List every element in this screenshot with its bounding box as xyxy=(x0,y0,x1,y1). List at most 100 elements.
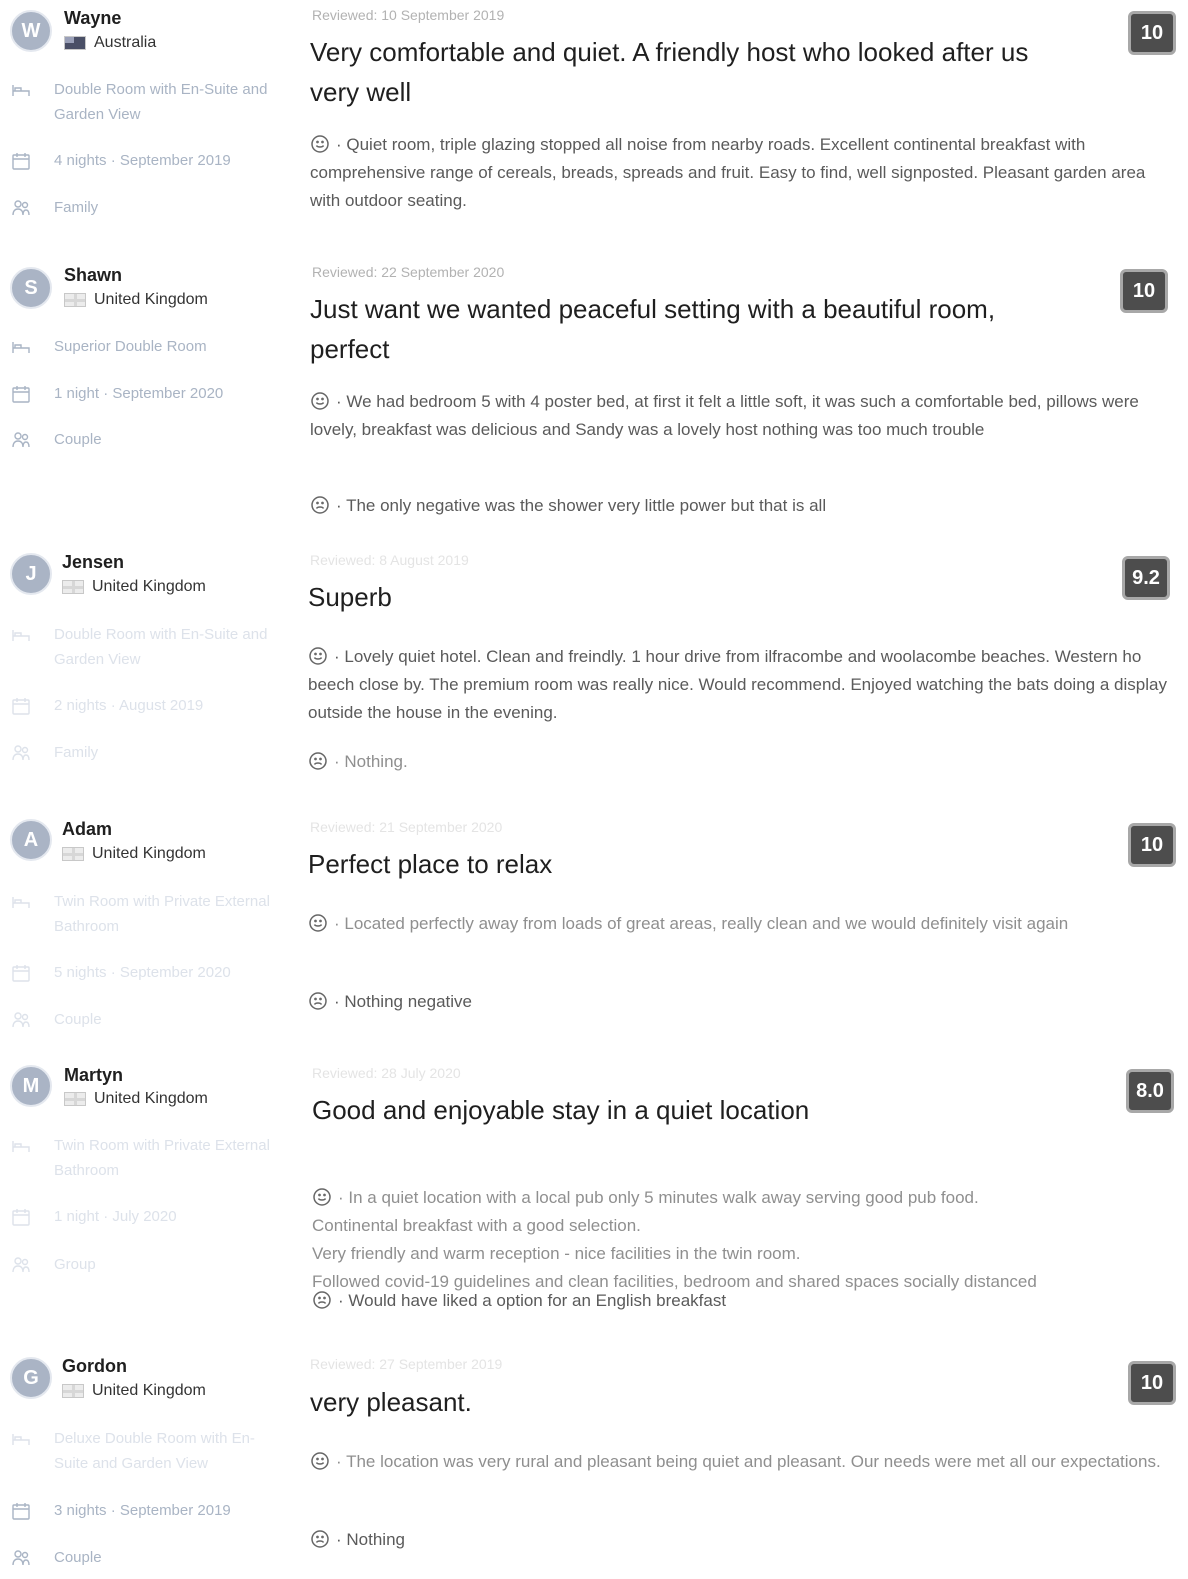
calendar-icon xyxy=(10,695,32,717)
review-date: Reviewed: 10 September 2019 xyxy=(312,7,505,23)
traveller-type: Couple xyxy=(10,1545,280,1570)
positive-comment: · The location was very rural and pleasa… xyxy=(310,1448,1170,1476)
negative-comment: · Would have liked a option for an Engli… xyxy=(312,1287,1172,1315)
reviewer-name: Shawn xyxy=(64,265,123,285)
reviewer-country: United Kingdom xyxy=(62,578,206,596)
positive-comment: · Lovely quiet hotel. Clean and freindly… xyxy=(308,646,1167,722)
stay-duration: 4 nights · September 2019 xyxy=(10,148,280,173)
reviewer-country: United Kingdom xyxy=(64,1090,208,1108)
score-badge: 10 xyxy=(1128,823,1176,867)
reviewer-name: Gordon xyxy=(62,1356,127,1376)
stay-duration: 1 night · July 2020 xyxy=(10,1204,280,1229)
calendar-icon xyxy=(10,150,32,172)
review-title: Superb xyxy=(308,582,392,612)
frown-icon xyxy=(310,1529,330,1549)
bed-icon xyxy=(10,624,32,646)
australia-flag-icon xyxy=(64,36,86,50)
bed-icon xyxy=(10,79,32,101)
people-icon xyxy=(10,1009,32,1031)
frown-icon xyxy=(310,495,330,515)
room-type: Twin Room with Private External Bathroom xyxy=(10,1133,280,1183)
traveller-type: Family xyxy=(10,740,280,765)
people-icon xyxy=(10,1547,32,1569)
review-date: Reviewed: 27 September 2019 xyxy=(310,1356,503,1372)
positive-comment: · Located perfectly away from loads of g… xyxy=(308,910,1168,938)
avatar: A xyxy=(10,819,52,861)
frown-icon xyxy=(308,991,328,1011)
reviewer-name: Jensen xyxy=(62,552,125,572)
traveller-type: Family xyxy=(10,195,280,220)
reviewer-name: Wayne xyxy=(64,8,122,28)
calendar-icon xyxy=(10,1206,32,1228)
smile-icon xyxy=(308,646,328,666)
uk-flag-icon xyxy=(62,580,84,594)
review-title: very pleasant. xyxy=(310,1387,472,1417)
reviewer-name: Adam xyxy=(62,819,113,839)
positive-comment: · Quiet room, triple glazing stopped all… xyxy=(310,134,1146,210)
uk-flag-icon xyxy=(64,1092,86,1106)
traveller-type: Group xyxy=(10,1252,280,1277)
people-icon xyxy=(10,1254,32,1276)
stay-duration: 2 nights · August 2019 xyxy=(10,693,280,718)
score-badge: 10 xyxy=(1120,269,1168,313)
stay-duration: 5 nights · September 2020 xyxy=(10,960,280,985)
review-date: Reviewed: 21 September 2020 xyxy=(310,819,503,835)
smile-icon xyxy=(308,913,328,933)
avatar: M xyxy=(10,1065,52,1107)
score-badge: 9.2 xyxy=(1122,556,1170,600)
score-badge: 8.0 xyxy=(1126,1069,1174,1113)
reviewer-country: United Kingdom xyxy=(64,291,208,309)
calendar-icon xyxy=(10,1500,32,1522)
score-badge: 10 xyxy=(1128,11,1176,55)
people-icon xyxy=(10,742,32,764)
review-title: Just want we wanted peaceful setting wit… xyxy=(310,294,996,364)
traveller-type: Couple xyxy=(10,1007,280,1032)
room-type: Superior Double Room xyxy=(10,334,280,359)
people-icon xyxy=(10,429,32,451)
review-date: Reviewed: 28 July 2020 xyxy=(312,1065,461,1081)
review-date: Reviewed: 8 August 2019 xyxy=(310,552,469,568)
avatar: G xyxy=(10,1357,52,1399)
review-date: Reviewed: 22 September 2020 xyxy=(312,264,505,280)
reviewer-country: United Kingdom xyxy=(62,1382,206,1400)
bed-icon xyxy=(10,336,32,358)
room-type: Deluxe Double Room with En-Suite and Gar… xyxy=(10,1426,280,1476)
stay-duration: 1 night · September 2020 xyxy=(10,381,280,406)
negative-comment: · Nothing. xyxy=(308,748,1168,776)
frown-icon xyxy=(308,751,328,771)
traveller-type: Couple xyxy=(10,427,280,452)
negative-comment: · Nothing xyxy=(310,1526,1170,1554)
smile-icon xyxy=(310,391,330,411)
room-type: Twin Room with Private External Bathroom xyxy=(10,889,280,939)
review-title: Perfect place to relax xyxy=(308,849,553,879)
negative-comment: · The only negative was the shower very … xyxy=(310,492,1170,520)
reviewer-name: Martyn xyxy=(64,1065,124,1085)
smile-icon xyxy=(312,1187,332,1207)
reviewer-country: United Kingdom xyxy=(62,845,206,863)
bed-icon xyxy=(10,891,32,913)
reviewer-country: Australia xyxy=(64,34,156,52)
smile-icon xyxy=(310,1451,330,1471)
review-title: Good and enjoyable stay in a quiet locat… xyxy=(312,1095,810,1125)
avatar: S xyxy=(10,267,52,309)
positive-comment: · In a quiet location with a local pub o… xyxy=(312,1187,1037,1291)
uk-flag-icon xyxy=(62,1384,84,1398)
frown-icon xyxy=(312,1290,332,1310)
room-type: Double Room with En-Suite and Garden Vie… xyxy=(10,622,280,672)
avatar: J xyxy=(10,553,52,595)
people-icon xyxy=(10,197,32,219)
score-badge: 10 xyxy=(1128,1361,1176,1405)
bed-icon xyxy=(10,1135,32,1157)
room-type: Double Room with En-Suite and Garden Vie… xyxy=(10,77,280,127)
avatar: W xyxy=(10,10,52,52)
uk-flag-icon xyxy=(62,847,84,861)
smile-icon xyxy=(310,134,330,154)
positive-comment: · We had bedroom 5 with 4 poster bed, at… xyxy=(310,391,1139,439)
calendar-icon xyxy=(10,962,32,984)
bed-icon xyxy=(10,1428,32,1450)
stay-duration: 3 nights · September 2019 xyxy=(10,1498,280,1523)
calendar-icon xyxy=(10,383,32,405)
negative-comment: · Nothing negative xyxy=(308,988,1168,1016)
review-title: Very comfortable and quiet. A friendly h… xyxy=(310,37,1029,107)
uk-flag-icon xyxy=(64,293,86,307)
